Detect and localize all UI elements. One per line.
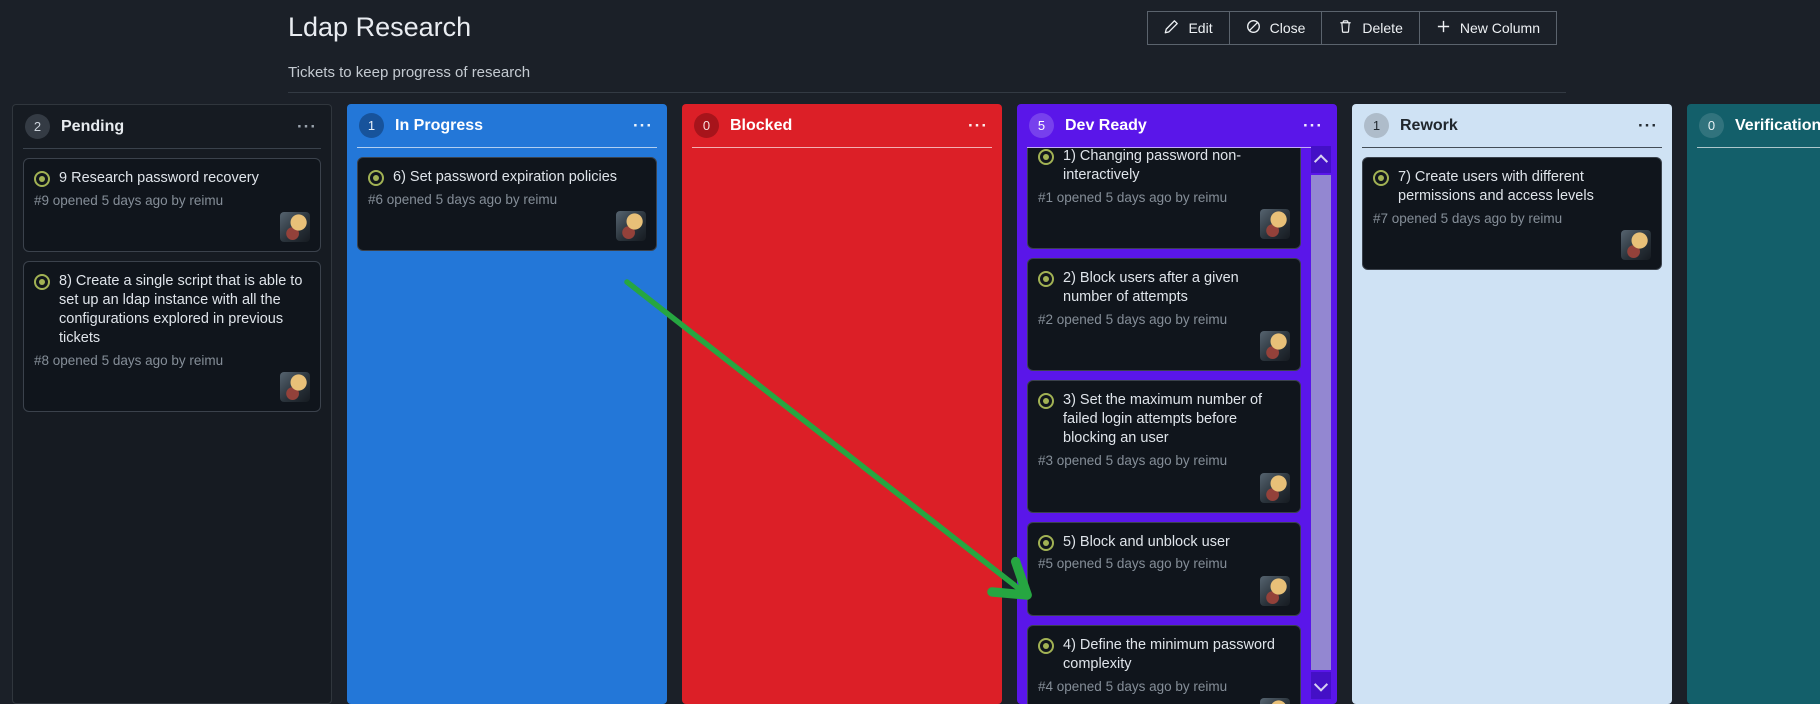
column-header: 1 In Progress ··· <box>357 104 657 148</box>
cards-container: 6) Set password expiration policies #6 o… <box>347 148 667 704</box>
column-header: 1 Rework ··· <box>1362 104 1662 148</box>
open-issue-icon <box>1038 149 1054 165</box>
column-dev-ready: 5 Dev Ready ··· 1) Changing password non… <box>1017 104 1337 704</box>
column-pending: 2 Pending ··· 9 Research password recove… <box>12 104 332 704</box>
card-meta: #9 opened 5 days ago by reimu <box>34 192 224 208</box>
card-meta: #7 opened 5 days ago by reimu <box>1373 210 1563 226</box>
issue-card[interactable]: 2) Block users after a given number of a… <box>1027 258 1301 372</box>
new-column-button[interactable]: New Column <box>1418 11 1557 45</box>
issue-card[interactable]: 5) Block and unblock user #5 opened 5 da… <box>1027 521 1301 616</box>
open-issue-icon <box>34 171 50 187</box>
trash-icon <box>1338 19 1353 37</box>
open-issue-icon <box>1038 637 1054 654</box>
open-issue-icon <box>1373 170 1389 186</box>
column-title: Verification <box>1735 116 1820 134</box>
column-title: Blocked <box>730 116 793 134</box>
cards-container: 9 Research password recovery #9 opened 5… <box>13 149 331 703</box>
column-header: 0 Verification ··· <box>1697 104 1820 148</box>
cards-container: 1) Changing password non-interactively #… <box>1017 148 1337 704</box>
circle-slash-icon <box>1246 19 1261 37</box>
card-count-badge: 0 <box>1699 113 1724 138</box>
avatar[interactable] <box>280 212 310 243</box>
card-meta: #4 opened 5 days ago by reimu <box>1038 678 1228 694</box>
card-count-badge: 2 <box>25 114 50 139</box>
open-issue-icon <box>1038 393 1054 410</box>
chevron-down-icon <box>1313 677 1329 692</box>
scrollbar-thumb[interactable] <box>1311 175 1331 670</box>
avatar[interactable] <box>1260 698 1290 704</box>
issue-card[interactable]: 8) Create a single script that is able t… <box>23 261 321 413</box>
chevron-up-icon <box>1313 153 1329 168</box>
column-menu-icon[interactable]: ··· <box>1636 117 1660 134</box>
issue-card[interactable]: 1) Changing password non-interactively #… <box>1027 148 1301 250</box>
pencil-icon <box>1164 19 1179 37</box>
card-count-badge: 1 <box>359 113 384 138</box>
page-title: Ldap Research <box>288 12 472 42</box>
cards-container <box>1687 148 1820 704</box>
open-issue-icon <box>1038 534 1054 551</box>
scroll-up-button[interactable] <box>1311 146 1331 173</box>
page-subtitle: Tickets to keep progress of research <box>288 64 531 81</box>
issue-card[interactable]: 7) Create users with different permissio… <box>1362 157 1662 271</box>
close-button[interactable]: Close <box>1228 11 1323 45</box>
avatar[interactable] <box>280 372 310 403</box>
card-title: 2) Block users after a given number of a… <box>1063 270 1239 306</box>
card-title: 1) Changing password non-interactively <box>1063 148 1242 183</box>
card-meta: #8 opened 5 days ago by reimu <box>34 352 224 368</box>
plus-icon <box>1436 19 1451 37</box>
avatar[interactable] <box>1260 472 1290 503</box>
card-count-badge: 5 <box>1029 113 1054 138</box>
column-header: 0 Blocked ··· <box>692 104 992 148</box>
column-menu-icon[interactable]: ··· <box>1301 117 1325 134</box>
card-meta: #2 opened 5 days ago by reimu <box>1038 311 1228 327</box>
issue-card[interactable]: 4) Define the minimum password complexit… <box>1027 624 1301 704</box>
column-menu-icon[interactable]: ··· <box>966 117 990 134</box>
column-verification: 0 Verification ··· <box>1687 104 1820 704</box>
column-title: Pending <box>61 117 125 135</box>
cards-container: 7) Create users with different permissio… <box>1352 148 1672 704</box>
card-title: 5) Block and unblock user <box>1063 533 1230 550</box>
avatar[interactable] <box>1260 331 1290 362</box>
header-divider <box>288 92 1566 93</box>
card-count-badge: 1 <box>1364 113 1389 138</box>
edit-button[interactable]: Edit <box>1147 11 1230 45</box>
delete-button[interactable]: Delete <box>1321 11 1420 45</box>
issue-card[interactable]: 3) Set the maximum number of failed logi… <box>1027 380 1301 513</box>
card-title: 4) Define the minimum password complexit… <box>1063 636 1275 672</box>
column-header: 5 Dev Ready ··· <box>1027 104 1327 148</box>
card-title: 8) Create a single script that is able t… <box>59 273 303 346</box>
avatar[interactable] <box>1260 575 1290 606</box>
card-meta: #3 opened 5 days ago by reimu <box>1038 453 1228 468</box>
scroll-down-button[interactable] <box>1311 672 1331 699</box>
column-rework: 1 Rework ··· 7) Create users with differ… <box>1352 104 1672 704</box>
card-count-badge: 0 <box>694 113 719 138</box>
card-title: 6) Set password expiration policies <box>393 169 618 185</box>
card-title: 7) Create users with different permissio… <box>1398 169 1594 204</box>
column-title: Dev Ready <box>1065 116 1147 134</box>
column-header: 2 Pending ··· <box>23 105 321 149</box>
column-menu-icon[interactable]: ··· <box>295 118 319 135</box>
avatar[interactable] <box>1260 209 1290 240</box>
kanban-board: 2 Pending ··· 9 Research password recove… <box>12 104 1820 704</box>
card-meta: #5 opened 5 days ago by reimu <box>1038 556 1228 572</box>
avatar[interactable] <box>1621 230 1651 261</box>
board-toolbar: Edit Close Delete New Column <box>1147 11 1557 45</box>
card-meta: #1 opened 5 days ago by reimu <box>1038 189 1228 205</box>
column-title: Rework <box>1400 116 1458 134</box>
open-issue-icon <box>368 170 384 186</box>
column-in-progress: 1 In Progress ··· 6) Set password expira… <box>347 104 667 704</box>
issue-card[interactable]: 9 Research password recovery #9 opened 5… <box>23 158 321 253</box>
column-menu-icon[interactable]: ··· <box>631 117 655 134</box>
card-title: 3) Set the maximum number of failed logi… <box>1063 392 1263 447</box>
card-title: 9 Research password recovery <box>59 170 259 186</box>
avatar[interactable] <box>616 211 646 242</box>
column-blocked: 0 Blocked ··· <box>682 104 1002 704</box>
cards-container <box>682 148 1002 704</box>
card-meta: #6 opened 5 days ago by reimu <box>368 191 558 207</box>
column-title: In Progress <box>395 116 484 134</box>
issue-card[interactable]: 6) Set password expiration policies #6 o… <box>357 157 657 252</box>
column-scrollbar <box>1311 146 1331 699</box>
open-issue-icon <box>34 274 50 291</box>
open-issue-icon <box>1038 271 1054 288</box>
